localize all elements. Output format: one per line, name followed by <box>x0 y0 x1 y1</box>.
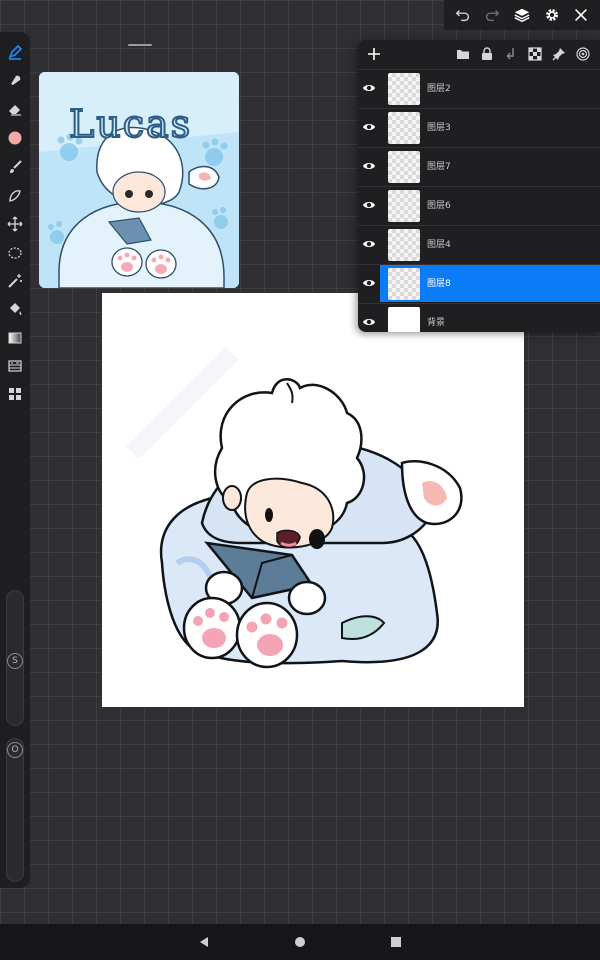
layers-icon <box>514 8 530 23</box>
layer-name: 图层2 <box>427 84 451 94</box>
fill-icon <box>10 303 22 315</box>
add-layer-button[interactable] <box>364 44 384 64</box>
opacity-slider[interactable] <box>6 738 24 882</box>
adjust-icon <box>8 360 22 372</box>
opacity-knob[interactable]: O <box>7 742 23 758</box>
plus-icon <box>368 48 380 60</box>
drawing-canvas[interactable] <box>102 293 524 707</box>
smudge-tool[interactable] <box>4 69 26 91</box>
eye-icon[interactable] <box>362 237 376 251</box>
transform-tool[interactable] <box>4 213 26 235</box>
reference-button[interactable] <box>574 45 592 63</box>
eraser-tool[interactable] <box>4 98 26 120</box>
checker-icon <box>528 47 542 61</box>
transform-icon <box>7 216 23 232</box>
lasso-icon <box>9 190 21 202</box>
back-button[interactable] <box>196 934 212 950</box>
recents-icon <box>391 937 401 947</box>
brush-tool[interactable] <box>4 156 26 178</box>
eraser-icon <box>9 105 21 116</box>
brush-size-knob[interactable]: S <box>7 653 23 669</box>
recents-button[interactable] <box>388 934 404 950</box>
home-icon <box>295 937 305 947</box>
layer-name: 图层6 <box>427 201 451 211</box>
canvas-artwork <box>125 346 463 669</box>
eye-icon[interactable] <box>362 81 376 95</box>
merge-down-button[interactable] <box>502 45 520 63</box>
layer-name: 图层7 <box>427 162 451 172</box>
pin-icon <box>552 48 565 61</box>
gradient-tool[interactable] <box>4 327 26 349</box>
layer-row[interactable]: 图层3 <box>358 108 600 146</box>
layer-row-selected[interactable]: 图层8 <box>358 264 600 302</box>
gallery-icon <box>9 388 21 400</box>
layer-thumbnail <box>388 268 420 300</box>
layer-name: 图层3 <box>427 123 451 133</box>
eye-icon[interactable] <box>362 276 376 290</box>
layer-name: 图层8 <box>427 279 451 289</box>
brush-icon <box>10 160 22 173</box>
layer-name: 背景 <box>427 318 446 328</box>
home-button[interactable] <box>292 934 308 950</box>
close-icon <box>575 9 588 21</box>
settings-icon <box>545 9 558 21</box>
target-icon <box>576 47 590 61</box>
drag-handle[interactable] <box>128 44 152 46</box>
eye-icon[interactable] <box>362 159 376 173</box>
selection-tool[interactable] <box>4 242 26 264</box>
reference-window[interactable]: Lucas <box>39 72 239 288</box>
pen-icon <box>8 44 23 60</box>
settings-button[interactable] <box>539 2 565 28</box>
left-toolbar: S O <box>0 32 30 888</box>
selection-icon <box>8 247 22 259</box>
layer-row[interactable]: 图层4 <box>358 225 600 263</box>
eye-icon[interactable] <box>362 315 376 329</box>
layer-row[interactable]: 图层2 <box>358 69 600 107</box>
pen-tool[interactable] <box>4 41 26 63</box>
folder-icon <box>457 50 469 59</box>
alpha-lock-button[interactable] <box>526 45 544 63</box>
lock-layer-button[interactable] <box>478 45 496 63</box>
lock-icon <box>482 47 492 60</box>
magic-wand-icon <box>8 274 22 288</box>
pin-button[interactable] <box>550 45 568 63</box>
layers-toolbar <box>358 40 600 68</box>
undo-button[interactable] <box>450 2 476 28</box>
gradient-icon <box>8 332 22 344</box>
eye-icon[interactable] <box>362 198 376 212</box>
layers-button[interactable] <box>509 2 535 28</box>
color-swatch[interactable] <box>4 127 26 149</box>
layer-thumbnail <box>388 229 420 261</box>
redo-button[interactable] <box>479 2 505 28</box>
merge-icon <box>506 48 514 60</box>
color-swatch-icon <box>8 131 22 145</box>
layer-name: 图层4 <box>427 240 451 250</box>
layers-panel: 图层2 图层3 图层7 图层6 图层4 图层8 背景 <box>358 40 600 332</box>
reference-title: Lucas <box>68 101 193 147</box>
smudge-icon <box>11 75 21 85</box>
layer-thumbnail <box>388 151 420 183</box>
magic-wand-tool[interactable] <box>4 270 26 292</box>
layer-thumbnail <box>388 112 420 144</box>
layer-thumbnail <box>388 190 420 222</box>
top-toolbar <box>444 0 600 30</box>
layer-row[interactable]: 图层7 <box>358 147 600 185</box>
close-button[interactable] <box>568 2 594 28</box>
layer-row-background[interactable]: 背景 <box>358 303 600 332</box>
redo-icon <box>486 9 500 22</box>
layer-thumbnail <box>388 307 420 332</box>
layer-thumbnail <box>388 73 420 105</box>
layer-row[interactable]: 图层6 <box>358 186 600 224</box>
new-group-button[interactable] <box>454 45 472 63</box>
fill-tool[interactable] <box>4 298 26 320</box>
navigation-bar <box>0 924 600 960</box>
lasso-tool[interactable] <box>4 185 26 207</box>
gallery-tool[interactable] <box>4 383 26 405</box>
back-icon <box>200 937 208 947</box>
adjust-tool[interactable] <box>4 355 26 377</box>
eye-icon[interactable] <box>362 120 376 134</box>
undo-icon <box>455 9 469 22</box>
